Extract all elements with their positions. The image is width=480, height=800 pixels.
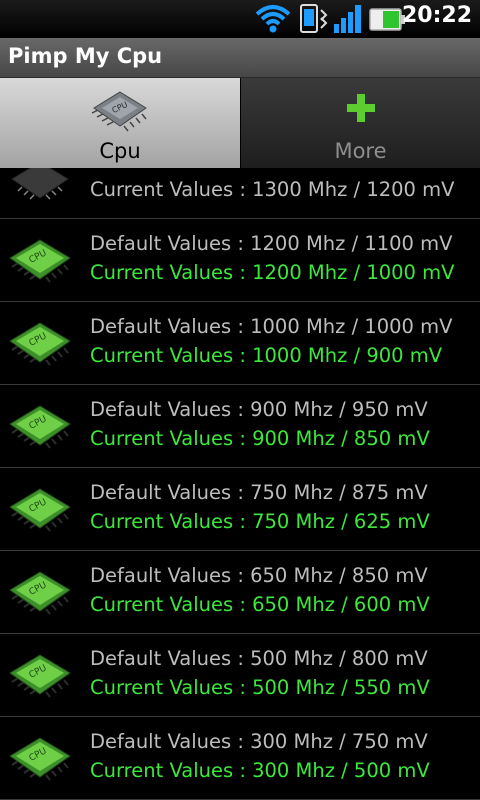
tab-cpu[interactable]: CPU Cpu	[0, 78, 240, 168]
cpu-chip-icon: CPU	[8, 735, 72, 789]
cpu-chip-icon: CPU	[8, 320, 72, 374]
cpu-chip-icon	[8, 168, 72, 212]
list-item[interactable]: CPU Default Values : 750 Mhz / 875 mV Cu…	[0, 468, 480, 551]
default-values: Default Values : 650 Mhz / 850 mV	[90, 564, 428, 587]
status-bar: 20:22	[0, 0, 480, 38]
default-values: Default Values : 1000 Mhz / 1000 mV	[90, 315, 453, 338]
current-values: Current Values : 900 Mhz / 850 mV	[90, 427, 430, 450]
cpu-chip-icon: CPU	[8, 237, 72, 291]
list-item[interactable]: CPU Default Values : 1000 Mhz / 1000 mV …	[0, 302, 480, 385]
frequency-list[interactable]: Current Values : 1300 Mhz / 1200 mV CPU …	[0, 168, 480, 800]
list-item[interactable]: CPU Default Values : 500 Mhz / 800 mV Cu…	[0, 634, 480, 717]
tab-more[interactable]: More	[241, 78, 480, 168]
cpu-chip-icon: CPU	[8, 569, 72, 623]
current-values: Current Values : 650 Mhz / 600 mV	[90, 593, 430, 616]
list-item[interactable]: CPU Default Values : 650 Mhz / 850 mV Cu…	[0, 551, 480, 634]
tab-cpu-label: Cpu	[99, 139, 141, 163]
cpu-chip-icon: CPU	[90, 88, 150, 140]
app-title: Pimp My Cpu	[8, 44, 163, 68]
current-values: Current Values : 1000 Mhz / 900 mV	[90, 344, 443, 367]
default-values: Default Values : 300 Mhz / 750 mV	[90, 730, 428, 753]
current-values: Current Values : 1300 Mhz / 1200 mV	[90, 178, 455, 201]
default-values: Default Values : 500 Mhz / 800 mV	[90, 647, 428, 670]
list-item[interactable]: CPU Default Values : 900 Mhz / 950 mV Cu…	[0, 385, 480, 468]
tab-bar: CPU Cpu More	[0, 78, 480, 168]
cpu-chip-icon: CPU	[8, 403, 72, 457]
default-values: Default Values : 1200 Mhz / 1100 mV	[90, 232, 453, 255]
tab-more-label: More	[334, 139, 387, 163]
plus-icon	[345, 92, 377, 128]
status-time: 20:22	[401, 3, 472, 28]
current-values: Current Values : 300 Mhz / 500 mV	[90, 759, 430, 782]
cpu-chip-icon: CPU	[8, 486, 72, 540]
phone-sync-icon	[296, 4, 330, 38]
list-item[interactable]: CPU Default Values : 1200 Mhz / 1100 mV …	[0, 219, 480, 302]
default-values: Default Values : 900 Mhz / 950 mV	[90, 398, 428, 421]
wifi-icon	[255, 4, 291, 38]
current-values: Current Values : 1200 Mhz / 1000 mV	[90, 261, 455, 284]
list-item[interactable]: CPU Default Values : 300 Mhz / 750 mV Cu…	[0, 717, 480, 800]
cpu-chip-icon: CPU	[8, 652, 72, 706]
title-bar: Pimp My Cpu	[0, 38, 480, 78]
current-values: Current Values : 500 Mhz / 550 mV	[90, 676, 430, 699]
list-item[interactable]: Current Values : 1300 Mhz / 1200 mV	[0, 168, 480, 219]
signal-icon	[333, 4, 365, 38]
default-values: Default Values : 750 Mhz / 875 mV	[90, 481, 428, 504]
current-values: Current Values : 750 Mhz / 625 mV	[90, 510, 430, 533]
